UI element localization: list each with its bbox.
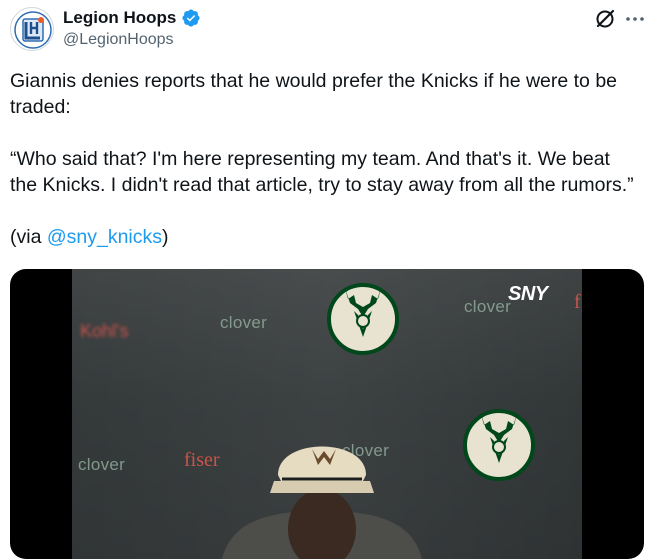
blurred-sponsor: Kohl's — [80, 321, 129, 341]
legion-hoops-logo-icon — [14, 11, 52, 49]
tweet-video[interactable]: Kohl's clover clover clover clover fiser… — [10, 269, 644, 559]
tweet-text: Giannis denies reports that he would pre… — [10, 68, 640, 250]
sponsor-clover-3: clover — [78, 455, 126, 474]
milwaukee-bucks-logo-icon — [327, 283, 399, 355]
author-name-row: Legion Hoops — [63, 7, 201, 29]
grok-icon — [596, 9, 615, 28]
sponsor-fiserv-edge: f — [574, 291, 581, 313]
via-prefix: (via — [10, 226, 47, 248]
via-mention-link[interactable]: @sny_knicks — [47, 226, 162, 248]
network-logo: SNY — [508, 283, 548, 305]
sponsor-clover-1: clover — [220, 313, 268, 332]
via-suffix: ) — [162, 226, 169, 248]
video-frame[interactable]: Kohl's clover clover clover clover fiser… — [72, 269, 582, 559]
tweet-via: (via @sny_knicks) — [10, 224, 640, 250]
more-options-button[interactable] — [624, 8, 646, 30]
tweet-header: Legion Hoops @LegionHoops — [0, 0, 660, 62]
author-handle[interactable]: @LegionHoops — [63, 31, 174, 49]
tweet-headline: Giannis denies reports that he would pre… — [10, 70, 618, 118]
author-name[interactable]: Legion Hoops — [63, 8, 176, 28]
player-figure — [222, 446, 422, 559]
sponsor-clover-2: clover — [464, 297, 512, 316]
verified-badge-icon[interactable] — [181, 8, 201, 28]
more-options-icon — [626, 17, 644, 21]
grok-button[interactable] — [594, 8, 616, 30]
author-avatar[interactable] — [10, 7, 54, 51]
tweet-quote: “Who said that? I'm here representing my… — [10, 148, 634, 196]
milwaukee-bucks-logo-icon — [463, 409, 535, 481]
